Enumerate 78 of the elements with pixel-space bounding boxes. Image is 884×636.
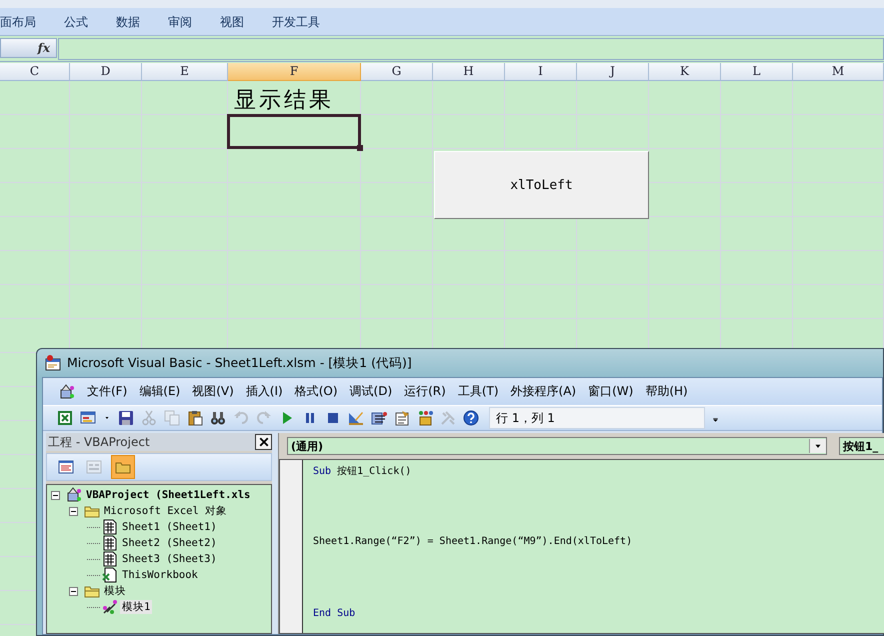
- menu-item[interactable]: 格式(O): [294, 383, 338, 400]
- ribbon-tab[interactable]: 视图: [220, 14, 244, 31]
- worksheet-icon: [102, 551, 118, 567]
- close-icon: [258, 436, 270, 448]
- ribbon-tab[interactable]: 开发工具: [272, 14, 320, 31]
- menu-item[interactable]: 外接程序(A): [510, 383, 576, 400]
- tree-item[interactable]: Microsoft Excel 对象: [102, 504, 230, 518]
- object-boxes-icon[interactable]: [417, 410, 433, 426]
- column-header[interactable]: C: [0, 63, 70, 81]
- column-header[interactable]: E: [142, 63, 228, 81]
- code-window-icon: [58, 459, 74, 475]
- code-line: End Sub: [313, 608, 356, 621]
- binoculars-icon[interactable]: [210, 410, 226, 426]
- column-header[interactable]: L: [721, 63, 793, 81]
- menu-item[interactable]: 帮助(H): [645, 383, 688, 400]
- column-header[interactable]: K: [649, 63, 721, 81]
- project-tree-icon[interactable]: [371, 410, 387, 426]
- fill-handle[interactable]: [357, 145, 363, 151]
- column-header[interactable]: D: [70, 63, 142, 81]
- ruler-pencil-icon[interactable]: [348, 410, 364, 426]
- module-icon: [102, 599, 118, 615]
- workbook-icon: [102, 567, 118, 583]
- menu-item[interactable]: 插入(I): [246, 383, 283, 400]
- form-window-icon: [86, 459, 102, 475]
- close-button[interactable]: [255, 434, 272, 450]
- expand-toggle[interactable]: [69, 506, 78, 516]
- menu-item[interactable]: 调试(D): [350, 383, 392, 400]
- cell-text: 显示结果: [233, 87, 335, 115]
- formula-field[interactable]: [58, 38, 884, 60]
- help-icon[interactable]: [463, 410, 479, 426]
- excel-icon[interactable]: [57, 410, 73, 426]
- code-line: Sub 按钮1_Click(): [313, 464, 412, 478]
- procedure-dropdown[interactable]: 按钮1_: [839, 437, 884, 455]
- sheet-button[interactable]: xlToLeft: [434, 151, 649, 219]
- worksheet-icon: [102, 535, 118, 551]
- dropdown-value: (通用): [291, 438, 324, 454]
- pane-tool-button[interactable]: [111, 455, 135, 479]
- menu-item[interactable]: 工具(T): [458, 383, 499, 400]
- column-header[interactable]: I: [505, 63, 577, 81]
- save-icon[interactable]: [118, 410, 134, 426]
- worksheet-icon: [102, 519, 118, 535]
- column-header[interactable]: M: [793, 63, 884, 81]
- function-button[interactable]: fx: [0, 38, 57, 58]
- ribbon-tab[interactable]: 审阅: [168, 14, 192, 31]
- pane-title: 工程 - VBAProject: [48, 434, 150, 450]
- ribbon-tab[interactable]: 数据: [116, 14, 140, 31]
- column-header[interactable]: G: [361, 63, 433, 81]
- tree-item[interactable]: VBAProject (Sheet1Left.xls: [84, 489, 252, 501]
- tree-item[interactable]: 模块1: [120, 600, 152, 614]
- project-icon[interactable]: [59, 384, 75, 400]
- menu-item[interactable]: 编辑(E): [139, 383, 180, 400]
- ribbon-tab[interactable]: 面布局: [0, 14, 36, 31]
- tree-item[interactable]: Sheet1 (Sheet1): [120, 521, 219, 533]
- menu-item[interactable]: 运行(R): [404, 383, 446, 400]
- expand-toggle[interactable]: [51, 490, 60, 500]
- code-line: Sheet1.Range(“F2”) = Sheet1.Range(“M9”).End(xlToLeft): [313, 536, 632, 549]
- cursor-position: 行 1，列 1: [489, 407, 705, 429]
- expand-toggle[interactable]: [69, 586, 78, 596]
- properties-icon[interactable]: [394, 410, 410, 426]
- project-icon: [66, 487, 82, 503]
- menu-item[interactable]: 视图(V): [192, 383, 234, 400]
- form-icon[interactable]: [80, 410, 96, 426]
- tree-item[interactable]: ThisWorkbook: [120, 569, 200, 581]
- object-dropdown[interactable]: (通用): [287, 437, 827, 455]
- stop-icon[interactable]: [325, 410, 341, 426]
- app-icon: [45, 355, 61, 371]
- tree-item[interactable]: 模块: [102, 584, 128, 598]
- menu-item[interactable]: 窗口(W): [588, 383, 634, 400]
- window-title: Microsoft Visual Basic - Sheet1Left.xlsm - [模块1 (代码)]: [67, 354, 412, 372]
- tree-item[interactable]: Sheet2 (Sheet2): [120, 537, 219, 549]
- paste-icon[interactable]: [187, 410, 203, 426]
- column-header[interactable]: F: [228, 63, 361, 81]
- column-header[interactable]: H: [433, 63, 505, 81]
- tree-item[interactable]: Sheet3 (Sheet3): [120, 553, 219, 565]
- selected-cell[interactable]: [227, 114, 361, 149]
- menu-item[interactable]: 文件(F): [87, 383, 128, 400]
- ribbon-tab[interactable]: 公式: [64, 14, 88, 31]
- column-header[interactable]: J: [577, 63, 649, 81]
